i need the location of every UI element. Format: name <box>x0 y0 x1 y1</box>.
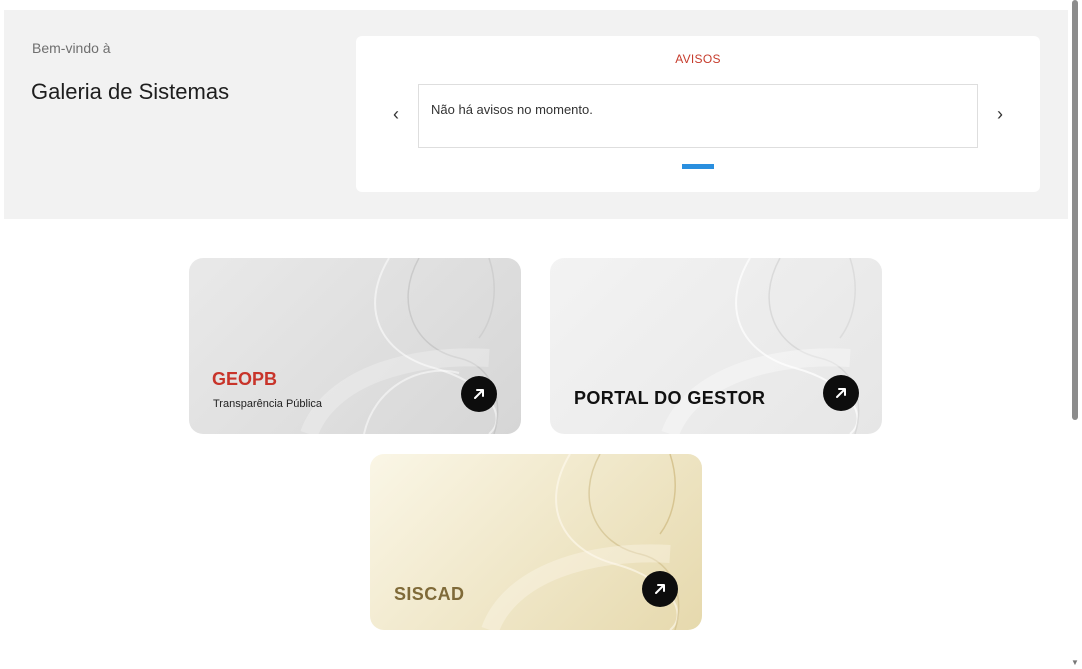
chevron-left-icon: ‹ <box>393 104 399 124</box>
system-card-siscad[interactable]: SISCAD <box>370 454 702 630</box>
page-title: Galeria de Sistemas <box>31 79 230 104</box>
system-card-title: PORTAL DO GESTOR <box>574 388 766 408</box>
scrollbar-thumb[interactable] <box>1072 0 1078 420</box>
open-portal-do-gestor-button[interactable] <box>823 375 859 411</box>
chevron-right-icon: › <box>997 104 1003 124</box>
system-card-geopb[interactable]: GEOPB Transparência Pública <box>189 258 521 434</box>
system-card-title: GEOPB <box>212 369 278 389</box>
arrow-up-right-icon <box>474 389 484 399</box>
notices-carousel: AVISOS ‹ Não há avisos no momento. › <box>356 36 1040 192</box>
notice-message: Não há avisos no momento. <box>431 102 593 117</box>
open-siscad-button[interactable] <box>642 571 678 607</box>
carousel-next-button[interactable]: › <box>990 102 1010 126</box>
notice-slide: Não há avisos no momento. <box>418 84 978 148</box>
notices-title: AVISOS <box>675 52 721 66</box>
welcome-text: Bem-vindo à <box>32 40 111 56</box>
system-card-title: SISCAD <box>394 584 465 604</box>
arrow-up-right-icon <box>655 584 665 594</box>
system-card-portal-do-gestor[interactable]: PORTAL DO GESTOR <box>550 258 882 434</box>
arrow-up-right-icon <box>836 388 846 398</box>
welcome-hero: Bem-vindo à Galeria de Sistemas AVISOS ‹… <box>4 10 1068 219</box>
carousel-indicator-1[interactable] <box>682 164 714 169</box>
page-scrollbar[interactable]: ▼ <box>1068 0 1082 669</box>
carousel-prev-button[interactable]: ‹ <box>386 102 406 126</box>
scroll-down-arrow-icon[interactable]: ▼ <box>1070 659 1080 667</box>
open-geopb-button[interactable] <box>461 376 497 412</box>
system-card-subtitle: Transparência Pública <box>213 398 323 410</box>
